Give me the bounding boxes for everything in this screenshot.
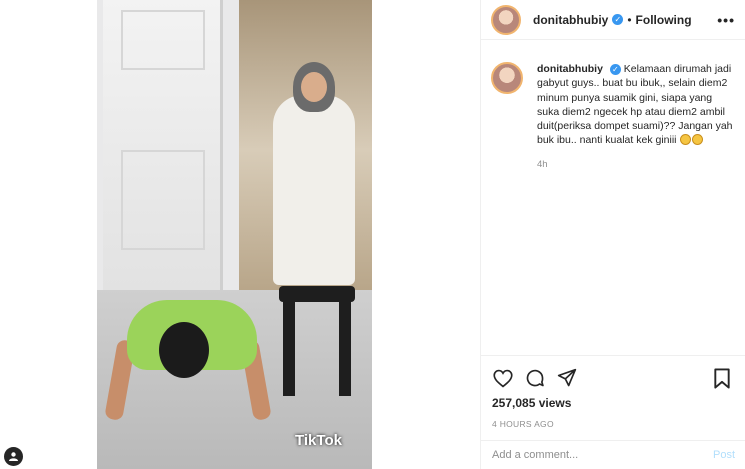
verified-badge-icon: ✓ bbox=[609, 63, 621, 75]
heart-icon[interactable] bbox=[492, 367, 514, 389]
door bbox=[103, 0, 223, 292]
more-options-icon[interactable]: ••• bbox=[717, 12, 735, 28]
comment-bubble-icon[interactable] bbox=[524, 367, 546, 389]
verified-badge-icon: ✓ bbox=[612, 14, 624, 25]
paper-plane-icon[interactable] bbox=[556, 367, 578, 389]
view-count[interactable]: 257,085 views bbox=[492, 396, 733, 410]
comment-input[interactable] bbox=[492, 449, 713, 461]
caption: donitabhubiy ✓ Kelamaan dirumah jadi gab… bbox=[491, 62, 741, 172]
post-video[interactable]: TikTok bbox=[97, 0, 372, 469]
caption-text: Kelamaan dirumah jadi gabyut guys.. buat… bbox=[537, 63, 733, 147]
grimacing-face-emoji bbox=[680, 134, 692, 146]
post-header: donitabhubiy ✓ • Following ••• bbox=[481, 0, 745, 40]
caption-avatar[interactable] bbox=[491, 62, 523, 94]
woman-standing bbox=[273, 95, 355, 285]
grimacing-face-emoji bbox=[692, 134, 704, 146]
stool bbox=[279, 286, 355, 396]
comment-bar: Post bbox=[480, 440, 745, 469]
separator-dot: • bbox=[627, 12, 632, 27]
header-username[interactable]: donitabhubiy bbox=[533, 13, 608, 27]
post-actions: 257,085 views 4 HOURS AGO bbox=[480, 355, 745, 429]
post-media-pane: TikTok bbox=[0, 0, 480, 469]
caption-username[interactable]: donitabhubiy bbox=[537, 63, 603, 75]
caption-timestamp[interactable]: 4h bbox=[537, 158, 737, 172]
tiktok-watermark: TikTok bbox=[295, 432, 342, 449]
post-comment-button[interactable]: Post bbox=[713, 449, 735, 461]
avatar[interactable] bbox=[491, 4, 521, 35]
post-timestamp[interactable]: 4 HOURS AGO bbox=[492, 419, 733, 429]
tagged-user-icon[interactable] bbox=[4, 447, 23, 466]
bookmark-icon[interactable] bbox=[711, 367, 733, 389]
following-button[interactable]: Following bbox=[636, 13, 692, 27]
